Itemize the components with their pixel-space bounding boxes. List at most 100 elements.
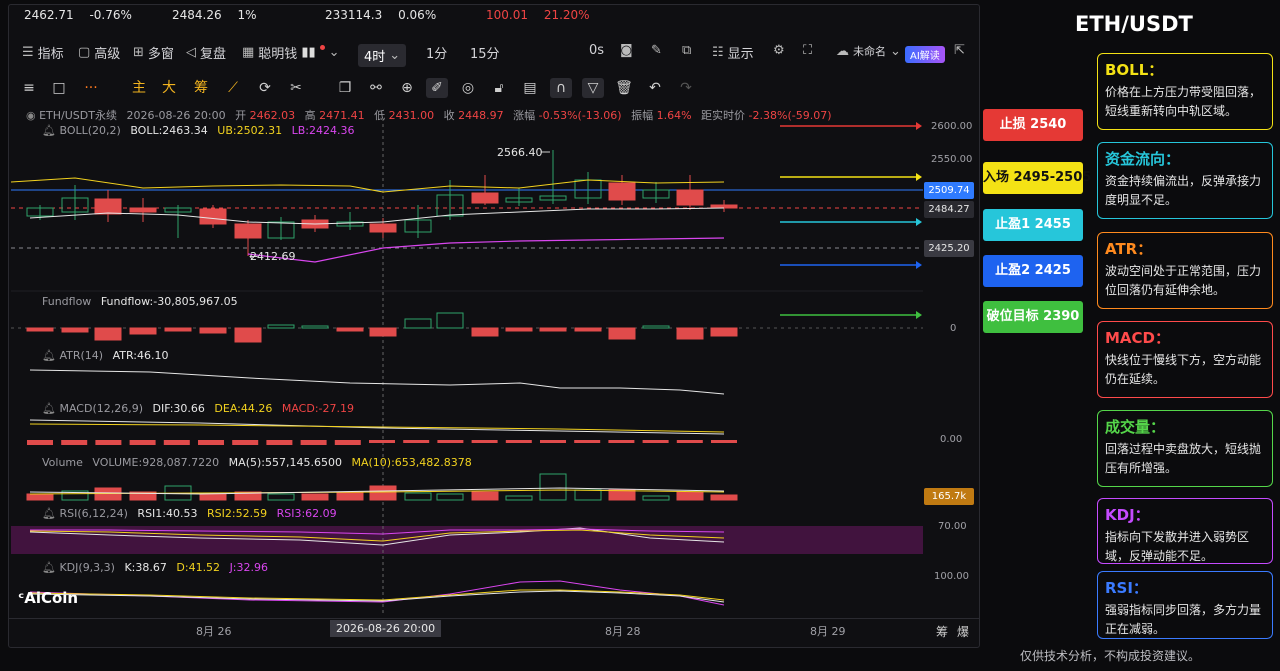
macd-histogram-bar (437, 440, 464, 443)
candle-body (234, 223, 262, 239)
volume-bar (710, 494, 738, 501)
fundflow-bar (94, 327, 122, 341)
fundflow-zero-tick: 0 (950, 323, 957, 334)
fundflow-bar (26, 327, 54, 332)
fundflow-bar (505, 327, 533, 332)
low-marker-arrow-icon: ← (249, 250, 258, 263)
level-break-target: 破位目标 2390 (983, 301, 1083, 333)
card-macd: MACD： 快线位于慢线下方，空方动能仍在延续。 (1097, 321, 1273, 398)
time-axis-divider (8, 618, 980, 619)
card-title: ATR： (1105, 240, 1153, 258)
break-target-arrow-head (916, 311, 922, 319)
fundflow-bar (61, 327, 89, 333)
card-title: 资金流向： (1105, 150, 1181, 168)
fundflow-bar (404, 318, 432, 329)
candle-body (608, 182, 636, 201)
fundflow-bar (267, 324, 295, 329)
volume-bar (301, 493, 329, 501)
fundflow-bar (642, 325, 670, 329)
level-take-profit-2: 止盈2 2425 (983, 255, 1083, 287)
card-boll: BOLL： 价格在上方压力带受阻回落，短线重新转向中轨区域。 (1097, 53, 1273, 130)
fundflow-bar (574, 327, 602, 332)
card-atr: ATR： 波动空间处于正常范围，压力位回落仍有延伸余地。 (1097, 232, 1273, 309)
macd-histogram-bar (232, 440, 259, 445)
macd-histogram-bar (129, 440, 156, 445)
stop-loss-arrow-head (916, 122, 922, 130)
fundflow-bar (710, 327, 738, 337)
fundflow-bar (369, 327, 397, 337)
card-title: MACD： (1105, 329, 1170, 347)
current-price-tag: 2484.27 (924, 201, 974, 218)
macd-histogram-bar (676, 440, 703, 443)
macd-histogram-bar (369, 440, 395, 443)
card-body: 强弱指标同步回落，多方力量正在减弱。 (1105, 603, 1262, 636)
card-title: RSI： (1105, 579, 1148, 597)
fundflow-bar (199, 327, 227, 334)
macd-histogram-bar (27, 440, 53, 445)
volume-bar (471, 491, 499, 501)
macd-histogram-bar (540, 440, 566, 443)
level-arrows (780, 122, 922, 319)
card-rsi: RSI： 强弱指标同步回落，多方力量正在减弱。 (1097, 571, 1273, 639)
axis-tick: 2600.00 (931, 121, 973, 132)
boll-lower-line (247, 237, 725, 263)
time-label: 8月 26 (196, 625, 232, 638)
candle-body (129, 207, 157, 213)
fundflow-bar (608, 327, 636, 340)
brand-logo: ᶜAiCoin (18, 589, 78, 607)
tp1-arrow-head (916, 218, 922, 226)
fundflow-bar (164, 327, 192, 332)
card-title: 成交量： (1105, 418, 1166, 436)
volume-bar (267, 493, 295, 501)
level-label: 入场 2495-2505 (983, 170, 1092, 185)
fundflow-bar (234, 327, 262, 343)
entry-arrow-head (916, 173, 922, 181)
candle-body (369, 223, 397, 233)
fundflow-bar (336, 327, 364, 332)
volume-tag: 165.7k (924, 488, 974, 505)
fundflow-bar (539, 327, 567, 332)
macd-histogram-bar (61, 440, 88, 445)
card-title: KDJ： (1105, 506, 1150, 524)
volume-bar (336, 492, 364, 501)
volume-bar (26, 493, 54, 501)
macd-zero-tick: 0.00 (940, 434, 963, 445)
volume-bar (505, 495, 533, 501)
kdj-level-tick: 100.00 (934, 571, 969, 582)
time-label: 8月 28 (605, 625, 641, 638)
card-body: 快线位于慢线下方，空方动能仍在延续。 (1105, 353, 1262, 386)
candle-body (94, 198, 122, 215)
level-label: 破位目标 2390 (986, 309, 1080, 324)
volume-bar (642, 495, 670, 501)
level-label: 止盈1 2455 (995, 217, 1071, 232)
fundflow-bar (129, 327, 157, 335)
card-title: BOLL： (1105, 61, 1164, 79)
candle-body (676, 189, 704, 206)
card-fundflow: 资金流向： 资金持续偏流出，反弹承接力度明显不足。 (1097, 142, 1273, 219)
macd-histogram-bar (574, 440, 601, 443)
level-entry: 入场 2495-2505 (983, 162, 1091, 194)
card-body: 价格在上方压力带受阻回落，短线重新转向中轨区域。 (1105, 85, 1262, 118)
volume-bar (539, 473, 567, 501)
card-body: 资金持续偏流出，反弹承接力度明显不足。 (1105, 174, 1262, 207)
liquidation-toggle[interactable]: 爆 (957, 623, 969, 640)
candle-body (710, 204, 738, 209)
macd-histogram-bar (198, 440, 224, 445)
fundflow-bar (436, 312, 464, 329)
level-label: 止损 2540 (999, 117, 1067, 132)
tp2-arrow-head (916, 261, 922, 269)
fundflow-bar (471, 327, 499, 337)
level-label: 止盈2 2425 (995, 263, 1071, 278)
chips-toggle[interactable]: 筹 (936, 623, 948, 640)
card-body: 回落过程中卖盘放大，短线抛压有所增强。 (1105, 442, 1262, 475)
price-chart[interactable]: 2566.40 2412.69 ← (0, 0, 980, 648)
macd-histogram-bar (471, 440, 498, 443)
volume-bar (404, 492, 432, 501)
macd-histogram-bar (95, 440, 122, 445)
volume-bar (574, 489, 602, 501)
macd-histogram-bar (642, 440, 669, 443)
volume-bar (676, 491, 704, 501)
macd-histogram-bar (334, 440, 361, 445)
macd-histogram-bar (403, 440, 430, 443)
card-kdj: KDJ： 指标向下发散并进入弱势区域，反弹动能不足。 (1097, 498, 1273, 564)
